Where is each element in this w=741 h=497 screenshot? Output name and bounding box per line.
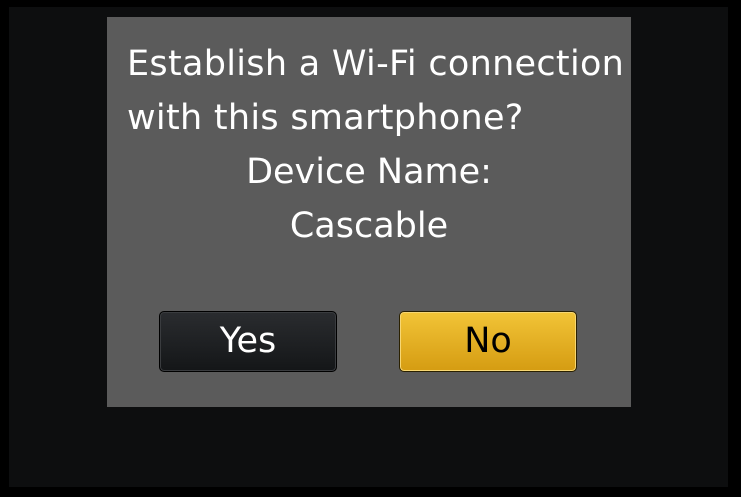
no-button[interactable]: No (399, 311, 577, 372)
dialog-message: Establish a Wi-Fi connection with this s… (127, 37, 625, 145)
dialog-message-line-2: with this smartphone? (127, 98, 524, 138)
yes-button[interactable]: Yes (159, 311, 337, 372)
wifi-connection-dialog: Establish a Wi-Fi connection with this s… (107, 17, 631, 407)
device-info: Device Name: Cascable (107, 145, 631, 253)
device-name-value: Cascable (289, 206, 449, 246)
dialog-message-line-1: Establish a Wi-Fi connection (127, 44, 625, 84)
device-name-label: Device Name: (246, 152, 492, 192)
